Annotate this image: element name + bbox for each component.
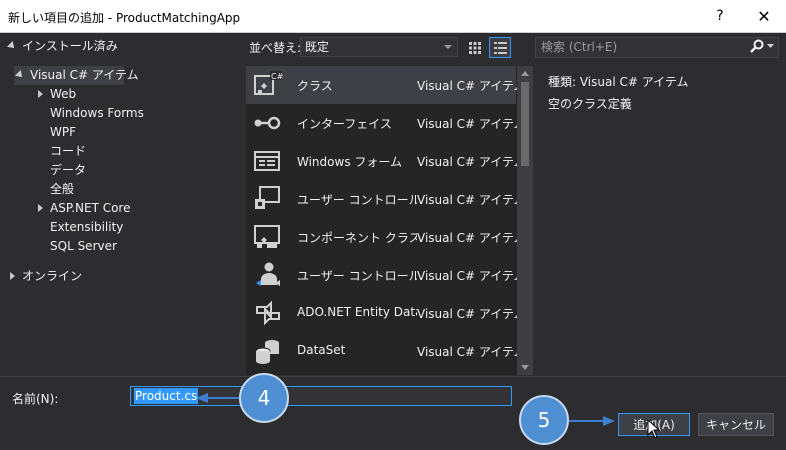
tree-node-label: Visual C# アイテム [30,68,139,82]
template-name: インターフェイス [297,117,392,131]
class-icon: C# [254,71,283,95]
collapsed-icon [10,272,15,280]
tree-node-code[interactable]: コード [50,142,86,161]
expanded-icon [15,70,25,80]
template-name: ユーザー コントロール [297,193,417,207]
search-button[interactable] [750,39,774,54]
arrow-right-icon [603,416,615,426]
tree-node-wpf[interactable]: WPF [50,123,76,142]
dataset-icon [255,340,279,364]
cancel-button[interactable]: キャンセル [698,413,774,436]
entity-data-icon [256,300,280,326]
template-name: ADO.NET Entity Data... [297,305,417,319]
sort-value: 既定 [305,40,330,54]
tree-node-sql-server[interactable]: SQL Server [50,237,117,256]
tree-node-general[interactable]: 全般 [50,180,74,199]
tree-node-online[interactable]: オンライン [10,267,82,286]
template-name: Windows フォーム [297,155,403,169]
search-icon [750,39,764,53]
template-item-class[interactable]: C# クラス Visual C# アイテム [246,66,526,104]
tree-node-visual-csharp[interactable]: Visual C# アイテム [14,66,139,85]
collapsed-icon [38,204,43,212]
window-title: 新しい項目の追加 - ProductMatchingApp [8,11,241,25]
category-tree: インストール済み Visual C# アイテム Web Windows Form… [0,33,240,373]
tree-node-installed[interactable]: インストール済み [7,37,118,56]
template-item-component-class[interactable]: コンポーネント クラス Visual C# アイテム [246,218,526,256]
details-pane: 種類: Visual C# アイテム 空のクラス定義 [548,71,778,115]
chevron-down-icon [444,45,452,49]
template-category: Visual C# アイテム [417,155,526,169]
template-name: DataSet [297,343,346,357]
tree-node-label: オンライン [22,269,83,283]
template-name: コンポーネント クラス [297,231,417,245]
template-item-dataset[interactable]: DataSet Visual C# アイテム [246,332,526,370]
svg-text:C#: C# [271,72,283,81]
tree-node-windows-forms[interactable]: Windows Forms [50,104,144,123]
grid-view-button[interactable] [464,37,486,58]
grid-view-icon [469,41,481,54]
search-placeholder: 検索 (Ctrl+E) [541,40,618,54]
template-category: Visual C# アイテム [417,345,526,359]
name-value: Product.cs [134,388,199,404]
sort-label: 並べ替え: [249,41,302,55]
list-scrollbar[interactable] [517,66,533,375]
template-item-wpf-user-control[interactable]: ユーザー コントロール (W... Visual C# アイテム [246,256,526,294]
cancel-button-label: キャンセル [705,418,766,432]
template-name: クラス [297,79,333,93]
sort-dropdown[interactable]: 既定 [300,37,458,57]
windows-form-icon [254,151,280,171]
dialog-body: インストール済み Visual C# アイテム Web Windows Form… [0,33,786,450]
template-category: Visual C# アイテム [417,79,526,93]
template-name: ユーザー コントロール (W... [297,269,417,283]
details-description: 空のクラス定義 [548,97,632,111]
callout-number: 5 [537,408,551,432]
tree-node-label: ASP.NET Core [50,201,131,215]
close-button[interactable]: ✕ [742,0,786,32]
list-view-button[interactable] [489,37,511,58]
name-input[interactable]: Product.cs [130,386,512,406]
template-item-windows-form[interactable]: Windows フォーム Visual C# アイテム [246,142,526,180]
collapsed-icon [38,90,43,98]
scroll-thumb[interactable] [521,82,529,166]
scroll-up-icon[interactable] [521,71,529,76]
template-item-user-control[interactable]: ユーザー コントロール Visual C# アイテム [246,180,526,218]
scroll-down-icon[interactable] [521,365,529,370]
template-category: Visual C# アイテム [417,307,526,321]
component-class-icon [254,225,280,248]
callout-number: 4 [257,386,271,410]
callout-step-4: 4 [239,373,289,423]
tree-node-label: インストール済み [22,39,118,53]
tree-node-data[interactable]: データ [50,161,86,180]
list-view-icon [493,41,507,54]
chevron-down-icon [767,44,774,48]
help-button[interactable]: ? [698,0,742,32]
search-input[interactable]: 検索 (Ctrl+E) [535,37,779,58]
template-category: Visual C# アイテム [417,193,526,207]
template-category: Visual C# アイテム [417,231,526,245]
arrow-left-icon [196,393,208,403]
tree-node-extensibility[interactable]: Extensibility [50,218,123,237]
wpf-user-control-icon [256,262,280,286]
callout-5-arrow [569,420,605,422]
template-category: Visual C# アイテム [417,117,526,131]
template-category: Visual C# アイテム [417,269,526,283]
mouse-cursor-icon [647,419,661,439]
callout-step-5: 5 [519,395,569,445]
interface-icon [254,116,281,130]
details-type: 種類: Visual C# アイテム [548,75,689,89]
tree-node-label: Web [50,87,77,101]
user-control-icon [255,186,280,209]
tree-node-web[interactable]: Web [38,85,76,104]
title-bar: 新しい項目の追加 - ProductMatchingApp ? ✕ [0,0,786,33]
expanded-icon [7,41,17,51]
divider [0,376,786,377]
template-list: C# クラス Visual C# アイテム インターフェイス Visual C#… [246,66,532,375]
tree-node-aspnet-core[interactable]: ASP.NET Core [38,199,130,218]
template-item-entity-data[interactable]: ADO.NET Entity Data... Visual C# アイテム [246,294,526,332]
name-label: 名前(N): [12,392,59,406]
template-item-interface[interactable]: インターフェイス Visual C# アイテム [246,104,526,142]
